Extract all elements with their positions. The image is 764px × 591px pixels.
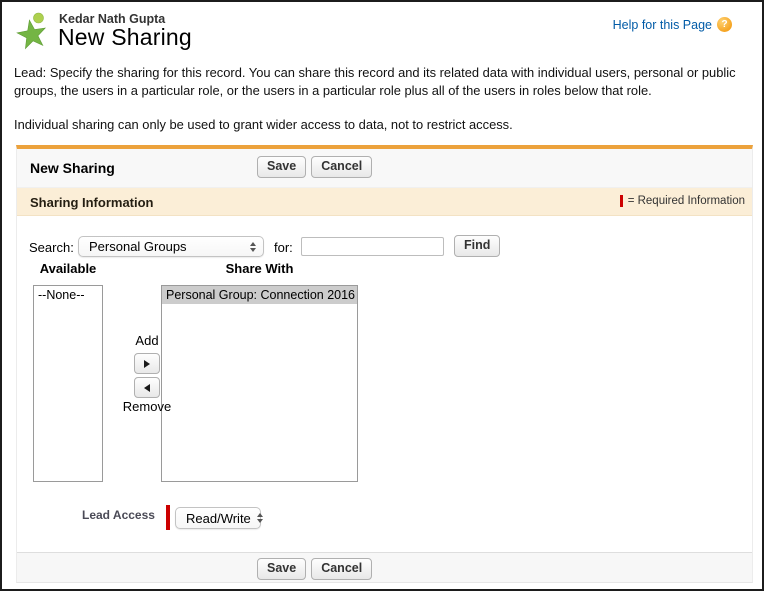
section-footer: Save Cancel <box>17 552 752 582</box>
search-input[interactable] <box>301 237 444 256</box>
add-label: Add <box>121 333 173 348</box>
available-label: Available <box>33 261 103 276</box>
list-item[interactable]: --None-- <box>34 286 102 304</box>
search-category-value: Personal Groups <box>89 239 187 254</box>
select-stepper-icon <box>257 513 263 523</box>
new-sharing-page: Kedar Nath Gupta New Sharing Help for th… <box>0 0 764 591</box>
arrow-left-icon <box>144 384 150 392</box>
remove-label: Remove <box>110 399 184 414</box>
page-header: Kedar Nath Gupta New Sharing Help for th… <box>2 2 762 62</box>
search-category-select[interactable]: Personal Groups <box>78 236 264 257</box>
share-with-label: Share With <box>161 261 358 276</box>
required-legend: = Required Information <box>620 195 745 207</box>
cancel-button[interactable]: Cancel <box>311 156 372 178</box>
cancel-button[interactable]: Cancel <box>311 558 372 580</box>
list-item-selected[interactable]: Personal Group: Connection 2016 <box>162 286 357 304</box>
lead-access-select[interactable]: Read/Write <box>175 507 261 529</box>
share-with-listbox[interactable]: Personal Group: Connection 2016 <box>161 285 358 482</box>
required-legend-text: = Required Information <box>628 195 745 207</box>
sharing-form-body: Search: Personal Groups for: Find Availa… <box>17 216 752 552</box>
help-link[interactable]: Help for this Page <box>613 18 712 32</box>
new-sharing-section: New Sharing Save Cancel Sharing Informat… <box>16 145 753 583</box>
header-button-group: Save Cancel <box>257 156 372 178</box>
search-label: Search: <box>29 240 74 255</box>
page-description: Lead: Specify the sharing for this recor… <box>14 64 756 134</box>
required-marker-icon <box>166 505 170 530</box>
description-paragraph-2: Individual sharing can only be used to g… <box>14 116 756 134</box>
remove-button[interactable] <box>134 377 160 398</box>
page-title: New Sharing <box>58 24 192 51</box>
save-button[interactable]: Save <box>257 558 306 580</box>
footer-button-group: Save Cancel <box>257 558 372 580</box>
find-button[interactable]: Find <box>454 235 500 257</box>
add-button[interactable] <box>134 353 160 374</box>
sharing-information-bar: Sharing Information = Required Informati… <box>17 188 752 216</box>
help-for-this-page[interactable]: Help for this Page ? <box>613 17 732 32</box>
available-listbox[interactable]: --None-- <box>33 285 103 482</box>
lead-access-label: Lead Access <box>82 508 155 522</box>
subsection-title: Sharing Information <box>30 195 154 210</box>
lead-access-value: Read/Write <box>186 511 251 526</box>
required-marker-icon <box>620 195 623 207</box>
save-button[interactable]: Save <box>257 156 306 178</box>
arrow-right-icon <box>144 360 150 368</box>
for-label: for: <box>274 240 293 255</box>
section-title: New Sharing <box>30 160 115 176</box>
description-paragraph-1: Lead: Specify the sharing for this recor… <box>14 64 756 101</box>
help-question-icon[interactable]: ? <box>717 17 732 32</box>
select-stepper-icon <box>250 242 256 252</box>
section-header: New Sharing Save Cancel <box>17 149 752 188</box>
lead-icon <box>14 11 52 51</box>
